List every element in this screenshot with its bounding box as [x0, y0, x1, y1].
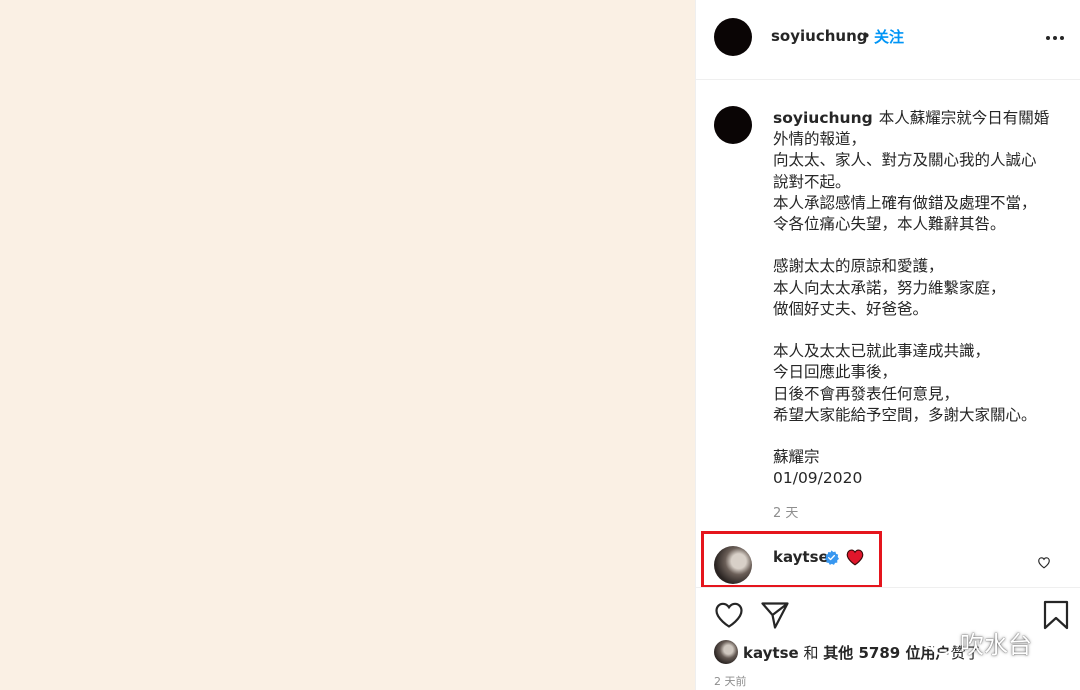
actions-divider [696, 587, 1080, 588]
caption-username[interactable]: soyiuchung [773, 109, 873, 127]
caption-line: 本人及太太已就此事達成共識， [773, 342, 991, 361]
post-side-panel: soyiuchung • 关注 soyiuchung 本人蘇耀宗就今日有關婚 外情… [695, 0, 1080, 690]
caption-line: 本人向太太承諾，努力維繫家庭， [773, 278, 1006, 297]
watermark-text: 吹水台 [960, 630, 1032, 659]
caption-line: 蘇耀宗 [773, 448, 820, 467]
caption-line [773, 426, 1063, 447]
caption-line: 外情的報道， [773, 130, 867, 149]
caption-timestamp[interactable]: 2 天 [773, 502, 798, 521]
bookmark-icon[interactable] [1043, 600, 1069, 630]
caption-text: soyiuchung 本人蘇耀宗就今日有關婚 外情的報道， 向太太、家人、對方及關… [773, 108, 1063, 490]
caption-line [773, 320, 1063, 341]
author-username[interactable]: soyiuchung [771, 27, 868, 45]
caption-line: 日後不會再發表任何意見， [773, 384, 960, 403]
comment-like-icon[interactable] [1037, 556, 1051, 569]
header-separator: • [862, 27, 871, 45]
liked-by-avatar[interactable] [714, 640, 738, 664]
post-header: soyiuchung • 关注 [696, 0, 1080, 80]
like-icon[interactable] [714, 601, 744, 629]
comment-avatar[interactable] [714, 546, 752, 584]
liked-by-user[interactable]: kaytse [743, 644, 799, 662]
caption-line: 今日回應此事後， [773, 363, 898, 382]
caption-line: 說對不起。 [773, 172, 851, 191]
caption-line: 希望大家能給予空間，多謝大家關心。 [773, 405, 1037, 424]
caption-line: 01/09/2020 [773, 469, 863, 488]
comment-username[interactable]: kaytse [773, 548, 829, 566]
caption-line: 向太太、家人、對方及關心我的人誠心 [773, 151, 1037, 170]
more-options-icon[interactable] [1046, 28, 1070, 48]
wechat-logo-icon [920, 628, 954, 656]
post-media[interactable] [0, 0, 695, 690]
red-heart-emoji-icon [846, 549, 864, 566]
caption-line [773, 235, 1063, 256]
share-icon[interactable] [760, 600, 790, 630]
caption-line: 令各位痛心失望，本人難辭其咎。 [773, 215, 1006, 234]
caption-line: 本人承認感情上確有做錯及處理不當， [773, 193, 1037, 212]
follow-button[interactable]: 关注 [874, 26, 904, 47]
caption-line: 做個好丈夫、好爸爸。 [773, 299, 929, 318]
watermark: 吹水台 [920, 624, 1032, 660]
post-timestamp[interactable]: 2 天前 [714, 673, 747, 689]
verified-badge-icon [824, 550, 839, 565]
author-avatar[interactable] [714, 18, 752, 56]
caption-line: soyiuchung 本人蘇耀宗就今日有關婚 [773, 109, 1050, 127]
caption-line: 感謝太太的原諒和愛護， [773, 257, 944, 276]
caption-avatar[interactable] [714, 106, 752, 144]
